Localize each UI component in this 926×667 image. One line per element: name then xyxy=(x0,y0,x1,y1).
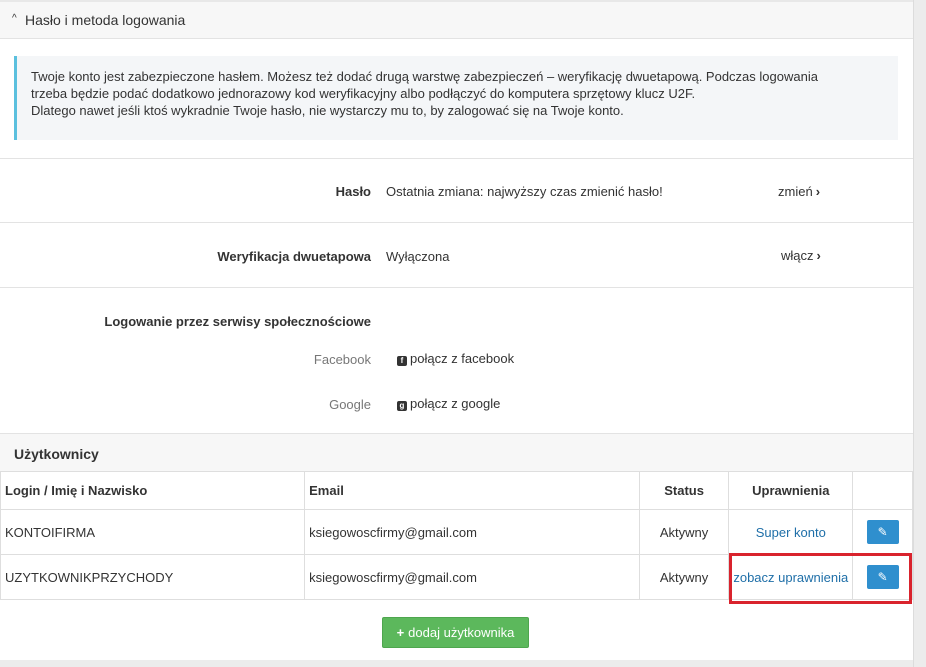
connect-facebook-link[interactable]: f połącz z facebook xyxy=(397,351,514,366)
column-header-actions xyxy=(852,471,913,510)
facebook-icon: f xyxy=(397,356,407,366)
password-section-header[interactable]: ^ Hasło i metoda logowania xyxy=(0,0,913,39)
column-header-status: Status xyxy=(638,471,730,510)
edit-icon: ✎ xyxy=(877,525,888,539)
page-bottom-edge xyxy=(0,660,913,667)
user-login: KONTOIFIRMA xyxy=(0,509,306,555)
permissions-link[interactable]: Super konto xyxy=(756,525,826,540)
user-permissions-cell: Super konto xyxy=(728,509,854,555)
two-factor-label: Weryfikacja dwuetapowa xyxy=(217,249,371,264)
user-actions-cell: ✎ xyxy=(852,554,913,600)
add-user-button[interactable]: + dodaj użytkownika xyxy=(382,617,529,648)
edit-user-button[interactable]: ✎ xyxy=(866,565,899,589)
google-plus-icon: g xyxy=(397,401,407,411)
column-header-email: Email xyxy=(304,471,640,510)
connect-google-link[interactable]: g połącz z google xyxy=(397,396,500,411)
google-label: Google xyxy=(329,397,371,412)
social-login-label: Logowanie przez serwisy społecznościowe xyxy=(104,314,371,329)
user-actions-cell: ✎ xyxy=(852,509,913,555)
view-permissions-link[interactable]: zobacz uprawnienia xyxy=(733,570,848,585)
users-section-title: Użytkownicy xyxy=(14,446,99,462)
settings-page: ^ Hasło i metoda logowania Twoje konto j… xyxy=(0,0,914,667)
enable-two-factor-link[interactable]: włącz › xyxy=(781,248,821,263)
password-label: Hasło xyxy=(335,184,371,199)
users-table: Login / Imię i Nazwisko Email Status Upr… xyxy=(0,471,913,600)
table-row: UZYTKOWNIKPRZYCHODY ksiegowoscfirmy@gmai… xyxy=(0,554,913,600)
info-line-1: Twoje konto jest zabezpieczone hasłem. M… xyxy=(31,69,818,84)
facebook-label: Facebook xyxy=(313,352,371,367)
users-section-header: Użytkownicy xyxy=(0,433,913,472)
chevron-right-icon: › xyxy=(816,248,821,263)
divider xyxy=(0,287,913,288)
plus-icon: + xyxy=(396,625,405,640)
edit-user-button[interactable]: ✎ xyxy=(866,520,899,544)
divider xyxy=(0,158,913,159)
info-line-3: Dlatego nawet jeśli ktoś wykradnie Twoje… xyxy=(31,103,624,118)
collapse-caret-icon[interactable]: ^ xyxy=(12,13,17,24)
info-line-2: trzeba będzie podać dodatkowo jednorazow… xyxy=(31,86,696,101)
user-status: Aktywny xyxy=(638,554,730,600)
table-row: KONTOIFIRMA ksiegowoscfirmy@gmail.com Ak… xyxy=(0,509,913,555)
divider xyxy=(0,222,913,223)
password-last-change: Ostatnia zmiana: najwyższy czas zmienić … xyxy=(386,184,663,199)
user-login: UZYTKOWNIKPRZYCHODY xyxy=(0,554,306,600)
change-password-link[interactable]: zmień › xyxy=(778,184,820,199)
password-section-title: Hasło i metoda logowania xyxy=(25,12,186,28)
chevron-right-icon: › xyxy=(815,184,821,199)
column-header-login: Login / Imię i Nazwisko xyxy=(0,471,306,510)
add-user-label: dodaj użytkownika xyxy=(408,625,515,640)
connect-google-label: połącz z google xyxy=(410,396,501,411)
table-header-row: Login / Imię i Nazwisko Email Status Upr… xyxy=(0,471,913,510)
change-password-label: zmień xyxy=(778,184,813,199)
user-status: Aktywny xyxy=(638,509,730,555)
security-info-box: Twoje konto jest zabezpieczone hasłem. M… xyxy=(14,56,898,140)
user-email: ksiegowoscfirmy@gmail.com xyxy=(304,554,640,600)
two-factor-status: Wyłączona xyxy=(386,249,450,264)
column-header-permissions: Uprawnienia xyxy=(728,471,854,510)
user-permissions-cell: zobacz uprawnienia xyxy=(728,554,854,600)
user-email: ksiegowoscfirmy@gmail.com xyxy=(304,509,640,555)
edit-icon: ✎ xyxy=(877,570,888,584)
connect-facebook-label: połącz z facebook xyxy=(410,351,515,366)
enable-two-factor-label: włącz xyxy=(781,248,814,263)
